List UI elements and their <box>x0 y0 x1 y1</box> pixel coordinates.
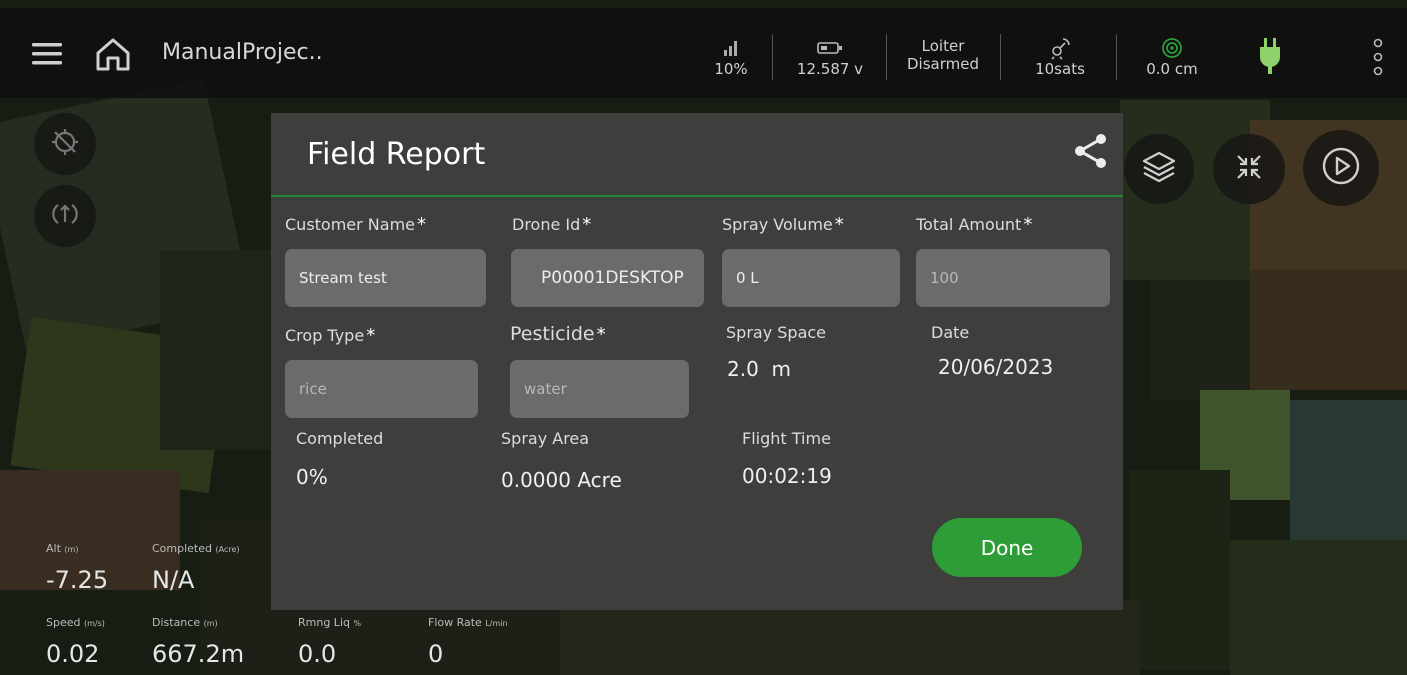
pesticide-field[interactable]: water <box>510 360 689 418</box>
total-amount-label: Total Amount * <box>916 214 1033 235</box>
home-icon[interactable] <box>90 32 136 76</box>
flight-mode: Loiter <box>921 37 965 55</box>
total-amount-field[interactable]: 100 <box>916 249 1110 307</box>
satellite-icon <box>1048 36 1072 60</box>
customer-name-label: Customer Name * <box>285 214 427 235</box>
share-icon[interactable] <box>1071 131 1111 171</box>
signal-status: 10% <box>700 26 762 84</box>
customer-name-field[interactable]: Stream test <box>285 249 486 307</box>
spray-volume-field[interactable]: 0 L <box>722 249 900 307</box>
spray-volume-label: Spray Volume * <box>722 214 844 235</box>
rotate-button[interactable] <box>34 185 96 247</box>
alt-value: -7.25 <box>46 566 109 594</box>
battery-status: 12.587 v <box>782 26 878 84</box>
menu-icon[interactable] <box>26 38 68 70</box>
collapse-icon <box>1232 150 1266 188</box>
spray-area-label: Spray Area <box>501 429 590 448</box>
signal-icon <box>723 36 739 60</box>
spray-area-value: 0.0000 Acre <box>501 468 622 492</box>
spray-space-value: 2.0 m <box>727 357 792 381</box>
drone-id-label: Drone Id * <box>512 214 592 235</box>
crop-type-field[interactable]: rice <box>285 360 478 418</box>
satellite-count: 10sats <box>1035 60 1085 78</box>
date-label: Date <box>931 323 970 342</box>
battery-icon <box>817 36 843 60</box>
plug-icon[interactable] <box>1254 36 1286 76</box>
rotate-icon <box>50 199 80 233</box>
layers-icon <box>1140 148 1178 190</box>
more-vertical-icon[interactable] <box>1370 34 1386 80</box>
play-button[interactable] <box>1303 130 1379 206</box>
flight-time-label: Flight Time <box>742 429 831 448</box>
gps-off-button[interactable] <box>34 113 96 175</box>
signal-percent: 10% <box>714 60 748 78</box>
rmng-liq-value: 0.0 <box>298 640 337 668</box>
top-bar: ManualProjec.. 10% 12.587 v Loiter Disar… <box>0 8 1407 98</box>
flow-rate-value: 0 <box>428 640 444 668</box>
gps-status: 10sats <box>1020 26 1100 84</box>
play-icon <box>1320 145 1362 191</box>
spray-space-label: Spray Space <box>726 323 827 342</box>
distance-value: 667.2m <box>152 640 245 668</box>
distance-label: Distance (m) <box>152 616 218 629</box>
radar-status: 0.0 cm <box>1126 26 1218 84</box>
dialog-header: Field Report <box>271 113 1123 197</box>
arm-state: Disarmed <box>907 55 979 73</box>
speed-label: Speed (m/s) <box>46 616 105 629</box>
project-title: ManualProjec.. <box>162 40 323 65</box>
completed-value: 0% <box>296 465 328 489</box>
crop-type-label: Crop Type * <box>285 325 376 346</box>
completed-acre-label: Completed (Acre) <box>152 542 240 555</box>
field-report-dialog: Field Report Customer Name * Drone Id * Sp… <box>271 113 1123 610</box>
gps-off-icon <box>50 127 80 161</box>
radar-distance: 0.0 cm <box>1146 60 1198 78</box>
date-value[interactable]: 20/06/2023 <box>938 355 1053 379</box>
done-button[interactable]: Done <box>932 518 1082 577</box>
completed-acre-value: N/A <box>152 566 195 594</box>
flight-mode-status[interactable]: Loiter Disarmed <box>892 26 994 84</box>
drone-id-field[interactable]: P00001DESKTOP <box>511 249 704 307</box>
collapse-button[interactable] <box>1213 134 1285 204</box>
battery-voltage: 12.587 v <box>796 60 864 78</box>
layers-button[interactable] <box>1124 134 1194 204</box>
radar-icon <box>1161 36 1183 60</box>
pesticide-label: Pesticide * <box>510 323 606 345</box>
flow-rate-label: Flow Rate L/min <box>428 616 508 629</box>
speed-value: 0.02 <box>46 640 100 668</box>
completed-label: Completed <box>296 429 384 448</box>
rmng-liq-label: Rmng Liq % <box>298 616 362 629</box>
flight-time-value: 00:02:19 <box>742 464 832 488</box>
alt-label: Alt (m) <box>46 542 79 555</box>
dialog-title: Field Report <box>307 137 486 172</box>
